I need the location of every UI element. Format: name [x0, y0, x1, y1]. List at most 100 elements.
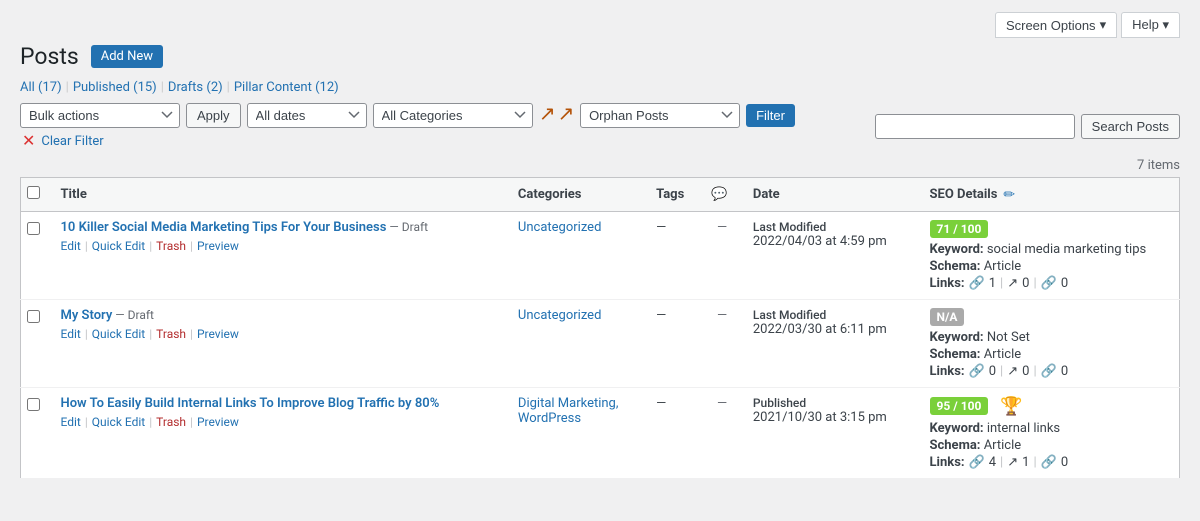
- table-row: My Story — Draft Edit | Quick Edit | Tra…: [21, 299, 1180, 387]
- row-checkbox-cell: [21, 387, 51, 478]
- arrows-decoration: ↙ ↙: [539, 103, 575, 127]
- date-value: 2022/04/03 at 4:59 pm: [753, 234, 887, 249]
- internal-link-count: 1: [989, 276, 996, 291]
- title-sort-link[interactable]: Title: [61, 187, 87, 202]
- seo-links: Links: 🔗 1 | ↗ 0 | 🔗 0: [930, 276, 1170, 291]
- post-status: — Draft: [112, 308, 154, 322]
- edit-link[interactable]: Edit: [61, 239, 81, 253]
- seo-score-badge: N/A: [930, 308, 965, 326]
- table-row: How To Easily Build Internal Links To Im…: [21, 387, 1180, 478]
- preview-link[interactable]: Preview: [197, 239, 239, 253]
- date-value: 2021/10/30 at 3:15 pm: [753, 410, 887, 425]
- post-title-link[interactable]: How To Easily Build Internal Links To Im…: [61, 396, 440, 411]
- add-new-button[interactable]: Add New: [91, 45, 163, 68]
- view-filter-select[interactable]: Orphan Posts: [580, 103, 740, 128]
- screen-options-label: Screen Options: [1006, 18, 1096, 33]
- edit-link[interactable]: Edit: [61, 415, 81, 429]
- external-link-count: 1: [1022, 455, 1029, 470]
- date-label: Last Modified: [753, 308, 910, 322]
- tags-cell: —: [646, 299, 701, 387]
- filter-drafts-link[interactable]: Drafts (2): [168, 80, 223, 95]
- arrow1-icon: ↙: [557, 103, 574, 127]
- tags-column-header: Tags: [646, 177, 701, 211]
- seo-schema: Schema: Article: [930, 259, 1170, 274]
- quick-edit-link[interactable]: Quick Edit: [92, 239, 145, 253]
- internal-link-icon: 🔗: [969, 276, 985, 291]
- categories-column-header: Categories: [508, 177, 646, 211]
- search-input[interactable]: [875, 114, 1075, 139]
- date-cell: Published 2021/10/30 at 3:15 pm: [743, 387, 920, 478]
- trophy-icon: 🏆: [1000, 396, 1022, 417]
- help-button[interactable]: Help ▾: [1121, 12, 1180, 38]
- tags-cell: —: [646, 211, 701, 299]
- external-link-icon: ↗: [1007, 276, 1018, 291]
- external-link-count: 0: [1022, 276, 1029, 291]
- trash-link[interactable]: Trash: [156, 327, 186, 341]
- clear-filter-link[interactable]: Clear Filter: [41, 134, 103, 149]
- quick-edit-link[interactable]: Quick Edit: [92, 327, 145, 341]
- date-cell: Last Modified 2022/04/03 at 4:59 pm: [743, 211, 920, 299]
- date-column-header: Date: [743, 177, 920, 211]
- search-posts-button[interactable]: Search Posts: [1081, 114, 1180, 139]
- seo-schema: Schema: Article: [930, 347, 1170, 362]
- categories-cell: Uncategorized: [508, 299, 646, 387]
- other-link-count: 0: [1061, 364, 1068, 379]
- other-link-count: 0: [1061, 455, 1068, 470]
- internal-link-count: 4: [989, 455, 996, 470]
- post-title-link[interactable]: 10 Killer Social Media Marketing Tips Fo…: [61, 220, 387, 235]
- date-cell: Last Modified 2022/03/30 at 6:11 pm: [743, 299, 920, 387]
- seo-keyword: Keyword: Not Set: [930, 330, 1170, 345]
- date-label: Last Modified: [753, 220, 910, 234]
- check-all-checkbox[interactable]: [27, 186, 40, 199]
- filter-published-link[interactable]: Published (15): [73, 80, 157, 95]
- title-cell: My Story — Draft Edit | Quick Edit | Tra…: [51, 299, 508, 387]
- categories-filter-select[interactable]: All Categories: [373, 103, 533, 128]
- category-link[interactable]: Uncategorized: [518, 308, 601, 323]
- preview-link[interactable]: Preview: [197, 327, 239, 341]
- preview-link[interactable]: Preview: [197, 415, 239, 429]
- other-link-icon: 🔗: [1041, 364, 1057, 379]
- filter-pillar-link[interactable]: Pillar Content (12): [234, 80, 339, 95]
- quick-edit-link[interactable]: Quick Edit: [92, 415, 145, 429]
- other-link-count: 0: [1061, 276, 1068, 291]
- categories-cell: Digital Marketing,WordPress: [508, 387, 646, 478]
- filter-all-link[interactable]: All (17): [20, 80, 62, 95]
- screen-options-button[interactable]: Screen Options ▾: [995, 12, 1117, 38]
- dates-filter-select[interactable]: All dates: [247, 103, 367, 128]
- row-checkbox[interactable]: [27, 310, 40, 323]
- comments-column-header: 💬: [701, 177, 743, 211]
- post-status: — Draft: [386, 220, 428, 234]
- row-checkbox[interactable]: [27, 398, 40, 411]
- other-link-icon: 🔗: [1041, 455, 1057, 470]
- comments-cell: —: [701, 211, 743, 299]
- trash-link[interactable]: Trash: [156, 239, 186, 253]
- filter-button[interactable]: Filter: [746, 104, 795, 127]
- category-link[interactable]: WordPress: [518, 411, 581, 426]
- other-link-icon: 🔗: [1041, 276, 1057, 291]
- seo-keyword: Keyword: internal links: [930, 421, 1170, 436]
- date-sort-link[interactable]: Date: [753, 187, 780, 202]
- tags-cell: —: [646, 387, 701, 478]
- edit-link[interactable]: Edit: [61, 327, 81, 341]
- category-link[interactable]: Digital Marketing,: [518, 396, 619, 411]
- page-title: Posts: [20, 42, 79, 72]
- row-checkbox[interactable]: [27, 222, 40, 235]
- trash-link[interactable]: Trash: [156, 415, 186, 429]
- category-link[interactable]: Uncategorized: [518, 220, 601, 235]
- apply-button[interactable]: Apply: [186, 103, 241, 128]
- seo-keyword: Keyword: social media marketing tips: [930, 242, 1170, 257]
- title-cell: How To Easily Build Internal Links To Im…: [51, 387, 508, 478]
- arrow2-icon: ↙: [539, 103, 556, 127]
- internal-link-count: 0: [989, 364, 996, 379]
- table-row: 10 Killer Social Media Marketing Tips Fo…: [21, 211, 1180, 299]
- post-title-link[interactable]: My Story: [61, 308, 113, 323]
- seo-schema: Schema: Article: [930, 438, 1170, 453]
- bulk-actions-select[interactable]: Bulk actions: [20, 103, 180, 128]
- title-column-header: Title: [51, 177, 508, 211]
- seo-links: Links: 🔗 4 | ↗ 1 | 🔗 0: [930, 455, 1170, 470]
- row-checkbox-cell: [21, 211, 51, 299]
- clear-filter-x-button[interactable]: ✕: [20, 134, 37, 150]
- internal-link-icon: 🔗: [969, 364, 985, 379]
- seo-edit-icon-button[interactable]: ✏: [1003, 186, 1015, 203]
- seo-links: Links: 🔗 0 | ↗ 0 | 🔗 0: [930, 364, 1170, 379]
